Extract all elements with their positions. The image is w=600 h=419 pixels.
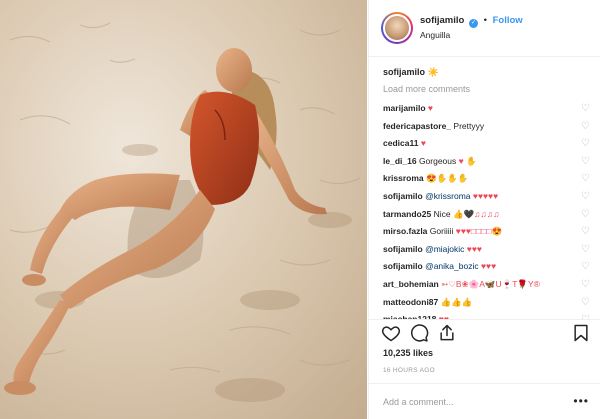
comment-emoji: 😍✋✋✋ bbox=[426, 173, 469, 184]
comment-like-heart-icon[interactable]: ♡ bbox=[581, 294, 590, 312]
comment-username[interactable]: sofijamilo bbox=[383, 244, 423, 254]
comment-emoji: ♥♥♥♥♥ bbox=[472, 190, 499, 201]
comment-text: Goriiiii bbox=[429, 226, 454, 237]
comment-username[interactable]: matteodoni87 bbox=[383, 297, 438, 307]
comment-row: sofijamilo @anika_bozic ♥♥♥ ♡ bbox=[383, 258, 590, 276]
header-separator-dot: • bbox=[483, 15, 487, 26]
comment-row: sofijamilo @krissroma ♥♥♥♥♥ ♡ bbox=[383, 188, 590, 206]
avatar[interactable] bbox=[381, 12, 413, 44]
comment-row: marijamilo ♥ ♡ bbox=[383, 100, 590, 118]
comment-like-heart-icon[interactable]: ♡ bbox=[581, 135, 590, 153]
add-comment-input[interactable] bbox=[383, 394, 558, 410]
follow-button[interactable]: Follow bbox=[493, 15, 523, 26]
comment-like-heart-icon[interactable]: ♡ bbox=[581, 276, 590, 294]
comment-row: krissroma 😍✋✋✋ ♡ bbox=[383, 170, 590, 188]
comment-mention[interactable]: @miajokic bbox=[425, 244, 464, 254]
comment-like-heart-icon[interactable]: ♡ bbox=[581, 206, 590, 224]
comment-text: Prettyyy bbox=[453, 120, 485, 131]
comment-row: miachan1218 ♥♥♡ bbox=[383, 311, 590, 319]
comment-row: sofijamilo @miajokic ♥♥♥ ♡ bbox=[383, 241, 590, 259]
comment-row: art_bohemian ➳♡B❀🌸A🦋U🍷T🌹Y® ♡ bbox=[383, 276, 590, 294]
verified-badge-icon: ✓ bbox=[468, 19, 478, 28]
comment-row: federicapastore_ Prettyyy ♡ bbox=[383, 118, 590, 136]
comment-row: le_di_16 Gorgeous ♥ ✋ ♡ bbox=[383, 153, 590, 171]
comment-emoji: 👍🖤♫♫♫♫ bbox=[452, 208, 500, 219]
beach-photo-illustration bbox=[0, 0, 367, 419]
comment-emoji: ♥♥♥ bbox=[480, 261, 497, 272]
comment-row: tarmando25 Nice 👍🖤♫♫♫♫ ♡ bbox=[383, 206, 590, 224]
comment-rows: marijamilo ♥ ♡ federicapastore_ Prettyyy ♡… bbox=[383, 100, 590, 319]
caption-username[interactable]: sofijamilo bbox=[383, 67, 425, 77]
share-icon[interactable] bbox=[437, 323, 457, 345]
likes-count[interactable]: 10,235 likes bbox=[383, 348, 433, 358]
comment-username[interactable]: sofijamilo bbox=[383, 261, 423, 271]
comment-icon[interactable] bbox=[409, 323, 429, 345]
post-actions-bar bbox=[369, 319, 600, 347]
comment-like-heart-icon[interactable]: ♡ bbox=[581, 100, 590, 118]
more-options-button[interactable]: ••• bbox=[573, 394, 589, 408]
comment-username[interactable]: tarmando25 bbox=[383, 209, 431, 219]
comment-emoji: ♥ ✋ bbox=[458, 155, 477, 166]
comment-mention[interactable]: @anika_bozic bbox=[425, 261, 479, 271]
comment-like-heart-icon[interactable]: ♡ bbox=[581, 188, 590, 206]
comment-emoji: ♥ bbox=[427, 103, 433, 113]
comment-username[interactable]: le_di_16 bbox=[383, 156, 417, 166]
comment-text: Gorgeous bbox=[418, 155, 457, 166]
header-user-line: sofijamilo ✓ • Follow bbox=[420, 15, 523, 28]
comment-emoji: 👍👍👍 bbox=[440, 296, 473, 307]
comment-username[interactable]: krissroma bbox=[383, 173, 424, 183]
comment-row: cedica11 ♥ ♡ bbox=[383, 135, 590, 153]
comment-mention[interactable]: @krissroma bbox=[425, 191, 470, 201]
load-more-comments-button[interactable]: Load more comments bbox=[383, 83, 589, 96]
post-caption: sofijamilo ☀️ bbox=[383, 66, 589, 79]
comment-username[interactable]: cedica11 bbox=[383, 138, 418, 148]
add-comment-bar: ••• bbox=[369, 383, 600, 419]
comments-list[interactable]: sofijamilo ☀️ Load more comments marijam… bbox=[369, 57, 600, 319]
post-location[interactable]: Anguilla bbox=[420, 30, 450, 40]
comment-like-heart-icon[interactable]: ♡ bbox=[581, 311, 590, 319]
comment-username[interactable]: marijamilo bbox=[383, 103, 426, 113]
comment-row: matteodoni87 👍👍👍 ♡ bbox=[383, 294, 590, 312]
comment-username[interactable]: art_bohemian bbox=[383, 279, 439, 289]
comment-username[interactable]: sofijamilo bbox=[383, 191, 423, 201]
comment-like-heart-icon[interactable]: ♡ bbox=[581, 153, 590, 171]
comment-emoji: ♥♥♥□□□□😍 bbox=[455, 226, 503, 237]
comment-like-heart-icon[interactable]: ♡ bbox=[581, 258, 590, 276]
comment-emoji: ♥♥♥ bbox=[466, 243, 482, 254]
post-photo[interactable] bbox=[0, 0, 367, 419]
avatar-image bbox=[383, 14, 411, 42]
post-header: sofijamilo ✓ • Follow Anguilla bbox=[369, 0, 600, 57]
heart-icon[interactable] bbox=[381, 323, 401, 345]
comment-like-heart-icon[interactable]: ♡ bbox=[581, 170, 590, 188]
comment-row: mirso.fazla Goriiiii ♥♥♥□□□□😍 ♡ bbox=[383, 223, 590, 241]
comment-text: Nice bbox=[433, 208, 451, 219]
comment-username[interactable]: mirso.fazla bbox=[383, 226, 427, 236]
comment-like-heart-icon[interactable]: ♡ bbox=[581, 118, 590, 136]
comment-username[interactable]: federicapastore_ bbox=[383, 121, 451, 131]
instagram-post: sofijamilo ✓ • Follow Anguilla sofijamil… bbox=[0, 0, 600, 419]
comment-emoji: ➳♡B❀🌸A🦋U🍷T🌹Y® bbox=[441, 278, 540, 289]
header-username[interactable]: sofijamilo bbox=[420, 15, 464, 26]
comment-like-heart-icon[interactable]: ♡ bbox=[581, 241, 590, 259]
comment-emoji: ♥ bbox=[420, 138, 426, 149]
post-timestamp[interactable]: 16 HOURS AGO bbox=[383, 367, 435, 374]
bookmark-icon[interactable] bbox=[571, 323, 591, 345]
post-side-panel: sofijamilo ✓ • Follow Anguilla sofijamil… bbox=[368, 0, 600, 419]
caption-text: ☀️ bbox=[427, 67, 439, 77]
comment-like-heart-icon[interactable]: ♡ bbox=[581, 223, 590, 241]
